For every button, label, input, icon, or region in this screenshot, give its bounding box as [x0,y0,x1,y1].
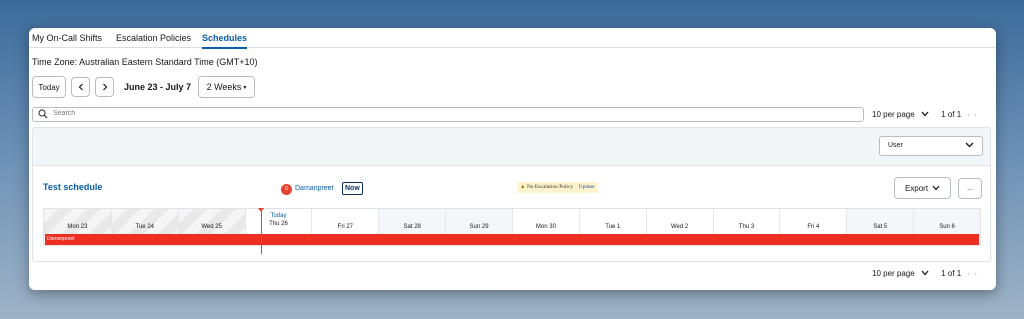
pagination-bottom: 10 per page 1 of 1 ‹ › [872,269,977,278]
search-icon [38,109,48,119]
chevron-left-icon [78,83,83,91]
day-label: Sat 28 [403,224,421,230]
next-button[interactable] [95,77,114,97]
filter-select[interactable]: User [879,136,983,156]
caret-down-icon: ▾ [243,84,247,91]
page-info: 1 of 1 [941,269,962,278]
span-select-label: 2 Weeks [206,82,242,92]
date-range-label: June 23 - July 7 [124,82,192,92]
more-actions-button[interactable]: ... [958,178,982,199]
today-label: Today [270,213,287,219]
chevron-down-icon[interactable] [921,111,929,117]
day-label: Tue 1 [605,224,621,230]
chevron-right-icon [102,83,107,91]
tab-schedules[interactable]: Schedules [202,33,248,49]
day-label: Thu 26 [269,221,288,227]
timezone-label: Time Zone: Australian Eastern Standard T… [32,57,258,67]
day-label: Sun 29 [469,224,489,230]
day-label: Mon 23 [67,224,88,230]
day-label: Tue 24 [135,224,154,230]
schedule-title[interactable]: Test schedule [43,182,102,192]
timeline-grid: Mon 23 Tue 24 Wed 25 Today Thu 26 Fri 27 Sat 2… [43,208,981,254]
day-label: Sat 5 [873,224,888,230]
tab-escalation-policies[interactable]: Escalation Policies [116,33,191,43]
schedule-panel: User Test schedule D Damanpreet Now ▲ No… [32,127,991,262]
export-label: Export [904,183,929,193]
warning-text: No Escalation Policy [526,184,574,190]
now-badge: Now [342,182,363,195]
update-link[interactable]: Update [579,184,595,190]
search-input[interactable] [53,110,833,117]
day-label: Thu 3 [738,224,755,230]
shift-bar[interactable]: Damanpreet [45,234,979,245]
export-button[interactable]: Export [894,177,951,199]
pagination-top: 10 per page 1 of 1 ‹ › [872,110,977,119]
tab-bar: My On-Call Shifts Escalation Policies Sc… [29,28,996,49]
chevron-down-icon [932,185,940,191]
now-indicator-line [260,209,262,254]
filter-select-label: User [888,142,903,149]
chevron-down-icon[interactable] [921,270,929,276]
now-marker-icon [257,208,264,212]
day-label: Sun 6 [939,224,955,230]
panel-header: User [33,128,990,166]
prev-page-icon[interactable]: ‹ [967,110,970,119]
search-box[interactable] [32,107,864,122]
per-page-select[interactable]: 10 per page [872,110,915,119]
prev-button[interactable] [71,77,90,97]
chevron-down-icon [965,142,974,148]
prev-page-icon[interactable]: ‹ [967,269,970,278]
tab-my-on-call-shifts[interactable]: My On-Call Shifts [32,33,102,43]
day-label: Wed 25 [201,224,222,230]
span-select[interactable]: 2 Weeks ▾ [198,76,255,98]
day-label: Fri 4 [807,224,820,230]
next-page-icon[interactable]: › [974,110,977,119]
app-window: My On-Call Shifts Escalation Policies Sc… [29,28,996,290]
day-label: Wed 2 [671,224,689,230]
avatar: D [281,184,292,195]
oncall-user-link[interactable]: Damanpreet [295,185,334,192]
page-info: 1 of 1 [941,110,962,119]
day-label: Fri 27 [337,224,354,230]
today-button[interactable]: Today [32,76,66,98]
escalation-warning: ▲ No Escalation Policy Update [517,182,598,193]
day-label: Mon 30 [535,224,556,230]
next-page-icon[interactable]: › [974,269,977,278]
warning-icon: ▲ [520,184,526,190]
per-page-select[interactable]: 10 per page [872,269,915,278]
